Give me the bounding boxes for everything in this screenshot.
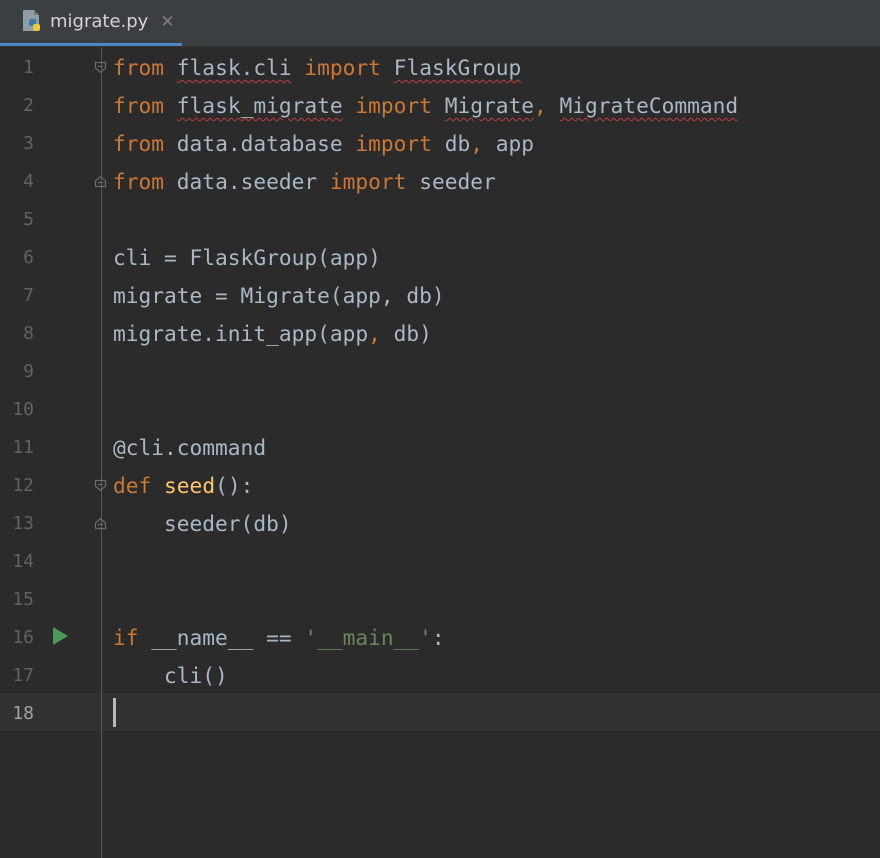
run-icon[interactable]: [53, 627, 68, 645]
close-icon[interactable]: ✕: [160, 12, 174, 32]
code-text: ():: [215, 473, 254, 498]
module-name: flask.cli: [176, 55, 292, 80]
fold-start-icon[interactable]: [94, 479, 107, 492]
string-literal: '__main__': [304, 625, 432, 650]
keyword: import: [329, 169, 407, 194]
code-line-16: if __name__ == '__main__':: [113, 619, 445, 657]
code-line-11: @cli.command: [113, 435, 267, 460]
keyword: def: [113, 473, 152, 498]
fold-start-icon[interactable]: [94, 61, 107, 74]
python-file-icon: [20, 9, 44, 35]
code-line-8: migrate.init_app(app, db): [113, 315, 432, 353]
code-line-4: from data.seeder import seeder: [113, 163, 496, 201]
tab-migrate-py[interactable]: migrate.py ✕: [0, 0, 182, 46]
code-text: :: [431, 625, 445, 650]
module-name: data.database: [176, 131, 343, 156]
editor-line: 18: [0, 695, 880, 733]
keyword: import: [304, 55, 381, 80]
comma: ,: [470, 131, 483, 156]
imported-name: FlaskGroup: [393, 55, 522, 80]
code-line-6: cli = FlaskGroup(app): [113, 245, 381, 270]
line-number: 1: [23, 57, 34, 78]
line-number: 7: [23, 285, 34, 306]
imported-name: MigrateCommand: [559, 93, 739, 118]
line-number: 15: [12, 589, 34, 610]
code-line-1: from flask.cli import FlaskGroup: [113, 49, 521, 87]
line-number: 11: [12, 437, 34, 458]
line-number: 12: [12, 475, 34, 496]
code-line-13: seeder(db): [113, 511, 292, 536]
fold-end-icon[interactable]: [94, 517, 107, 530]
line-number: 4: [23, 171, 34, 192]
line-number: 9: [23, 361, 34, 382]
code-line-7: migrate = Migrate(app, db): [113, 283, 445, 308]
code-text: __name__ ==: [138, 625, 305, 650]
line-number: 16: [12, 627, 34, 648]
editor-line: 14: [0, 543, 880, 581]
line-number: 6: [23, 247, 34, 268]
keyword: if: [113, 625, 139, 650]
line-number: 8: [23, 323, 34, 344]
module-name: flask_migrate: [176, 93, 343, 118]
comma: ,: [368, 321, 381, 346]
editor-line: 15: [0, 581, 880, 619]
code-line-3: from data.database import db, app: [113, 125, 534, 163]
keyword: from: [113, 131, 165, 156]
keyword: from: [113, 93, 165, 118]
keyword: import: [355, 131, 432, 156]
editor-tab-bar: migrate.py ✕: [0, 0, 880, 47]
keyword: from: [113, 169, 165, 194]
line-number: 17: [12, 665, 34, 686]
imported-name: db: [444, 131, 471, 156]
line-number: 13: [12, 513, 34, 534]
tab-title: migrate.py: [50, 11, 149, 32]
line-number-current: 18: [12, 703, 34, 724]
editor-line: 9: [0, 353, 880, 391]
code-line-17: cli(): [113, 663, 228, 688]
module-name: data.seeder: [176, 169, 318, 194]
line-number: 5: [23, 209, 34, 230]
editor-line: 10: [0, 391, 880, 429]
line-number: 10: [12, 399, 34, 420]
keyword: from: [113, 55, 165, 80]
code-line-2: from flask_migrate import Migrate, Migra…: [113, 87, 738, 125]
code-text: migrate.init_app(app: [113, 321, 369, 346]
code-line-12: def seed():: [113, 467, 253, 505]
keyword: import: [355, 93, 432, 118]
editor-line: 5: [0, 201, 880, 239]
imported-name: Migrate: [444, 93, 534, 118]
comma: ,: [534, 93, 547, 118]
fold-end-icon[interactable]: [94, 175, 107, 188]
function-name: seed: [164, 473, 216, 498]
imported-name: app: [495, 131, 535, 156]
line-number: 3: [23, 133, 34, 154]
line-number: 2: [23, 95, 34, 116]
code-text: db): [380, 321, 432, 346]
text-cursor: [113, 698, 116, 727]
line-number: 14: [12, 551, 34, 572]
code-editor[interactable]: 1 2 3 4 5 6 7 8 9 10 11 12 13 14 15 16 1…: [0, 47, 880, 858]
imported-name: seeder: [419, 169, 496, 194]
